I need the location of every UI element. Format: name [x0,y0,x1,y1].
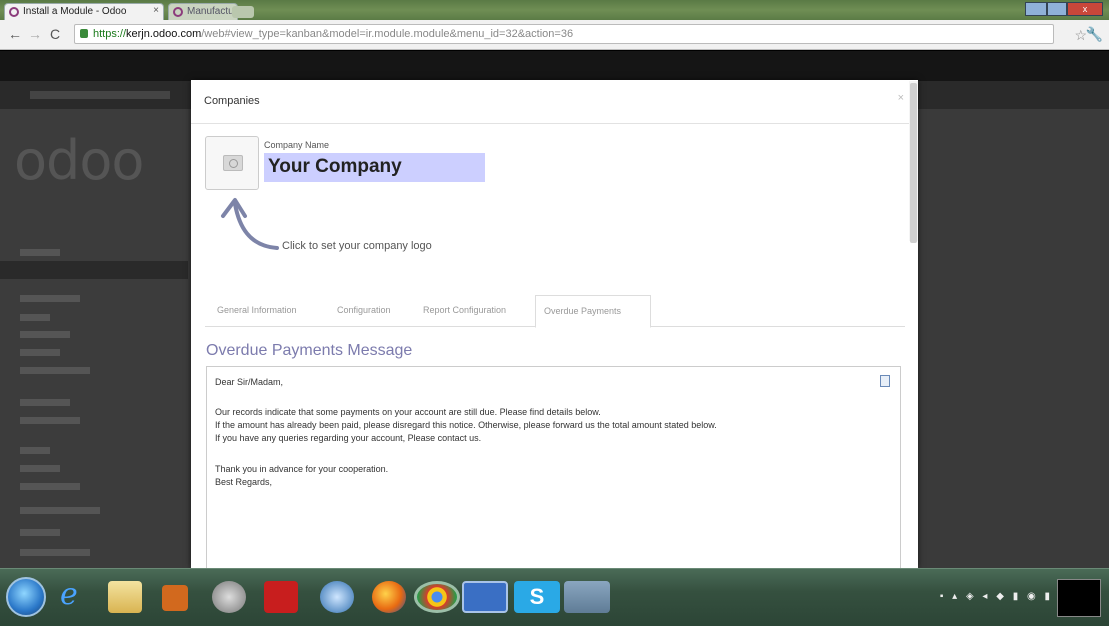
odoo-top-bar [0,51,1109,81]
sidebar-active-item [0,261,188,279]
browser-tab-label: Install a Module - Odoo [23,6,127,17]
back-icon[interactable]: ← [8,26,22,42]
acrobat-icon[interactable] [264,581,298,613]
wrench-icon[interactable]: 🔧 [1086,26,1103,43]
forward-icon[interactable]: → [28,26,42,42]
lock-icon [80,29,88,38]
odoo-sidebar: odoo [0,109,188,568]
dialog-header: Companies × [191,80,918,124]
minimize-button[interactable] [1025,2,1047,16]
odoo-logo: odoo [14,129,144,192]
company-name-field[interactable]: Your Company [264,153,485,182]
clock-app-icon[interactable] [212,581,246,613]
message-line: Dear Sir/Madam, [215,377,284,387]
section-title: Overdue Payments Message [206,342,413,359]
logo-hint-text: Click to set your company logo [282,240,432,252]
message-line: If the amount has already been paid, ple… [215,420,717,430]
arrow-up-icon [221,198,279,250]
paint-icon[interactable] [564,581,610,613]
dialog-title: Companies [204,95,260,107]
url-scheme: https:// [93,28,127,40]
skype-icon[interactable]: S [514,581,560,613]
maximize-button[interactable] [1047,2,1067,16]
tab-report-configuration[interactable]: Report Configuration [423,305,506,315]
tab-overdue-payments[interactable]: Overdue Payments [535,295,651,328]
companies-dialog: Companies × Company Name Your Company Cl… [191,80,918,568]
windows-taskbar: e S ▪ ▴ ◈ ◂ ◆ ▮ ◉ ▮ [0,568,1109,626]
url-path: /web#view_type=kanban&model=ir.module.mo… [201,28,574,40]
company-name-label: Company Name [264,140,330,150]
message-line: Best Regards, [215,477,273,487]
file-explorer-icon[interactable] [108,581,142,613]
odoo-favicon-icon [9,7,19,17]
tab-general-information[interactable]: General Information [217,305,297,315]
network-icon[interactable] [320,581,354,613]
odoo-favicon-icon [173,7,183,17]
address-bar[interactable]: https://kerjn.odoo.com/web#view_type=kan… [74,24,1054,44]
browser-titlebar: Install a Module - Odoo × Manufacturing … [0,0,1109,20]
message-line: If you have any queries regarding your a… [215,433,482,443]
dialog-scrollbar[interactable] [909,81,918,243]
word-icon[interactable] [462,581,508,613]
firefox-icon[interactable] [372,581,406,613]
media-player-icon[interactable] [162,585,188,611]
message-line: Our records indicate that some payments … [215,407,601,417]
overdue-message-editor[interactable]: Dear Sir/Madam, Our records indicate tha… [206,366,901,568]
company-logo-upload[interactable] [205,136,259,190]
message-line: Thank you in advance for your cooperatio… [215,464,389,474]
close-tab-icon[interactable]: × [153,5,159,16]
form-tabs: General Information Configuration Report… [205,295,905,328]
window-controls: x [1025,2,1103,16]
scrollbar-thumb[interactable] [910,83,917,243]
url-host: kerjn.odoo.com [126,28,202,40]
reload-icon[interactable]: C [50,26,60,42]
browser-tab-install-module[interactable]: Install a Module - Odoo × [4,3,164,20]
clock-display[interactable] [1057,579,1101,617]
browser-tab-label: Manufacturing Orders - Odoo [187,6,237,17]
start-orb-icon[interactable] [6,577,46,617]
camera-icon [223,155,243,171]
new-tab-button[interactable] [232,6,254,18]
internet-explorer-icon[interactable]: e [60,577,94,612]
close-window-button[interactable]: x [1067,2,1103,16]
translate-icon[interactable] [880,375,890,387]
browser-tab-manufacturing[interactable]: Manufacturing Orders - Odoo [168,3,238,20]
system-tray[interactable]: ▪ ▴ ◈ ◂ ◆ ▮ ◉ ▮ [940,591,1053,602]
chrome-icon[interactable] [414,581,460,613]
browser-toolbar: ← → C https://kerjn.odoo.com/web#view_ty… [0,20,1109,50]
tab-configuration[interactable]: Configuration [337,305,391,315]
close-icon[interactable]: × [898,92,904,104]
